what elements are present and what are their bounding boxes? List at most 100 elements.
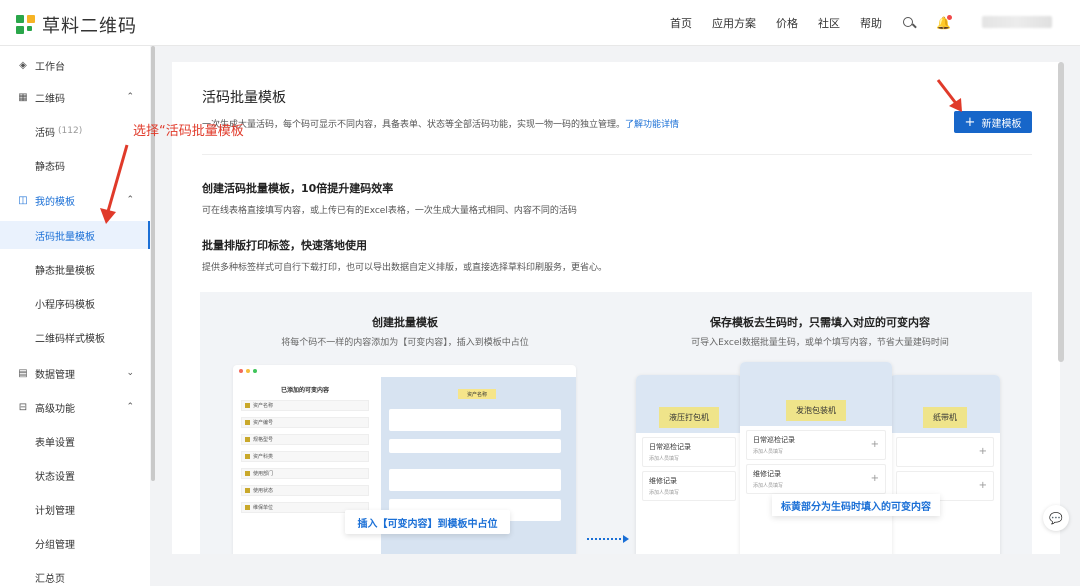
template-icon: ◫ (18, 194, 28, 206)
sidebar-item-label: 活码 (35, 127, 55, 139)
bell-icon[interactable]: 🔔 (936, 15, 952, 30)
sidebar-item-summary-page[interactable]: 汇总页 (0, 563, 150, 586)
variable-list-title: 已添加的可变内容 (280, 387, 329, 394)
sidebar-item-label: 静态批量模板 (35, 265, 95, 277)
sidebar-item-label: 二维码 (35, 93, 65, 105)
illustration-right-subtitle: 可导入Excel数据批量生码，或单个填写内容，节省大量建码时间 (691, 338, 949, 348)
sidebar-item-label: 静态码 (35, 161, 65, 173)
variable-row: 资产名称 (241, 400, 369, 411)
sidebar-item-qrcode[interactable]: ▦ 二维码 ⌃ (0, 83, 150, 111)
flow-arrow (587, 535, 629, 543)
main-panel: 活码批量模板 一次生成大量活码，每个码可显示不同内容，具备表单、状态等全部活码功… (172, 62, 1060, 554)
qr-icon: ▦ (18, 91, 28, 103)
sidebar-item-label: 数据管理 (35, 369, 75, 381)
record-card: 维修记录 添加人员填写 (642, 471, 736, 501)
sidebar-item-advanced[interactable]: ⊟ 高级功能 ⌃ (0, 393, 150, 421)
dashboard-icon: ◈ (19, 59, 27, 71)
section-title-create: 创建活码批量模板，10倍提升建码效率 (202, 182, 394, 195)
logo-icon (16, 15, 36, 35)
page-title: 活码批量模板 (202, 90, 286, 106)
variable-row: 使用状态 (241, 485, 369, 496)
sidebar-item-label: 汇总页 (35, 573, 65, 585)
sidebar-item-label: 分组管理 (35, 539, 75, 551)
nav-home[interactable]: 首页 (670, 15, 692, 31)
sidebar-item-qr-style-template[interactable]: 二维码样式模板 (0, 323, 150, 351)
sidebar-item-plan-management[interactable]: 计划管理 (0, 495, 150, 523)
logo[interactable]: 草料二维码 (16, 12, 137, 38)
chevron-up-icon: ⌃ (126, 92, 134, 102)
phone-mockup-3: 纸带机 + + (890, 375, 1000, 554)
user-account[interactable] (982, 16, 1052, 28)
variable-row: 使用部门 (241, 468, 369, 479)
annotation-arrow-right (936, 79, 962, 112)
sidebar-item-label: 活码批量模板 (35, 231, 95, 243)
record-card: 日常巡检记录 添加人员填写 (642, 437, 736, 467)
highlight-callout: 标黄部分为生码时填入的可变内容 (772, 494, 940, 516)
plus-icon: + (964, 114, 976, 130)
chevron-down-icon: ⌄ (126, 368, 134, 378)
new-template-label: 新建模板 (981, 118, 1022, 130)
variable-row: 资产编号 (241, 417, 369, 428)
insert-variable-callout: 插入【可变内容】到模板中占位 (345, 510, 510, 534)
nav-pricing[interactable]: 价格 (776, 15, 798, 31)
variable-row: 资产科类 (241, 451, 369, 462)
mock-card (389, 469, 561, 491)
record-card: 维修记录 添加人员填写 + (746, 464, 886, 494)
annotation-arrow-left (100, 144, 129, 224)
live-code-count: (112) (58, 126, 83, 136)
section-desc-create: 可在线表格直接填写内容，或上传已有的Excel表格，一次生成大量格式相同、内容不… (202, 206, 577, 216)
data-icon: ▤ (18, 367, 28, 379)
learn-more-link[interactable]: 了解功能详情 (625, 120, 679, 130)
sidebar-item-label: 高级功能 (35, 403, 75, 415)
notification-dot (947, 15, 952, 20)
sidebar-item-group-management[interactable]: 分组管理 (0, 529, 150, 557)
advanced-icon: ⊟ (18, 401, 28, 413)
mock-card (389, 439, 561, 453)
illustration-left-title: 创建批量模板 (372, 316, 438, 329)
illustration-left-subtitle: 将每个码不一样的内容添加为【可变内容】，插入到模板中占位 (281, 338, 529, 348)
chevron-up-icon: ⌃ (126, 402, 134, 412)
illustration-right-title: 保存模板去生码时，只需填入对应的可变内容 (710, 316, 930, 329)
top-bar: 草料二维码 首页 应用方案 价格 社区 帮助 🔔 (0, 0, 1080, 46)
asset-name-tag: 发泡包装机 (786, 400, 846, 421)
variable-tag: 资产名称 (458, 389, 496, 399)
nav-help[interactable]: 帮助 (860, 15, 882, 31)
brand-name: 草料二维码 (42, 16, 137, 37)
search-icon[interactable] (902, 16, 916, 30)
top-nav: 首页 应用方案 价格 社区 帮助 🔔 (670, 0, 952, 46)
sidebar-item-label: 我的模板 (35, 196, 75, 208)
sidebar-item-label: 二维码样式模板 (35, 333, 105, 345)
sidebar-item-static-batch-template[interactable]: 静态批量模板 (0, 255, 150, 283)
sidebar-item-data-management[interactable]: ▤ 数据管理 ⌄ (0, 359, 150, 387)
section-title-print: 批量排版打印标签，快速落地使用 (202, 239, 367, 252)
mock-card (389, 409, 561, 431)
sidebar-item-label: 状态设置 (35, 471, 75, 483)
sidebar-item-form-settings[interactable]: 表单设置 (0, 427, 150, 455)
sidebar-item-label: 小程序码模板 (35, 299, 95, 311)
sidebar-item-label: 表单设置 (35, 437, 75, 449)
record-card: 日常巡检记录 添加人员填写 + (746, 430, 886, 460)
sidebar-item-workbench[interactable]: ◈ 工作台 (0, 51, 150, 79)
phone-mockup-2: 发泡包装机 日常巡检记录 添加人员填写 + 维修记录 添加人员填写 + (740, 362, 892, 554)
sidebar-item-label: 工作台 (35, 61, 65, 73)
divider (202, 154, 1032, 155)
annotation-text: 选择“活码批量模板 (133, 124, 244, 139)
page-description: 一次生成大量活码，每个码可显示不同内容，具备表单、状态等全部活码功能，实现一物一… (202, 117, 679, 130)
asset-name-tag: 纸带机 (923, 407, 967, 428)
nav-solutions[interactable]: 应用方案 (712, 15, 756, 31)
chat-icon[interactable]: 💬 (1043, 505, 1069, 531)
sidebar-item-miniprogram-template[interactable]: 小程序码模板 (0, 289, 150, 317)
sidebar-item-label: 计划管理 (35, 505, 75, 517)
nav-community[interactable]: 社区 (818, 15, 840, 31)
sidebar: ◈ 工作台 ▦ 二维码 ⌃ 活码 (112) 静态码 ◫ 我的模板 ⌃ 活码批量… (0, 46, 150, 586)
asset-name-tag: 液压打包机 (659, 407, 719, 428)
variable-row: 规格型号 (241, 434, 369, 445)
window-bar (233, 365, 576, 377)
record-card: + (896, 437, 994, 467)
section-desc-print: 提供多种标签样式可自行下载打印，也可以导出数据自定义排版，或直接选择草料印刷服务… (202, 263, 608, 273)
phone-mockup-1: 液压打包机 日常巡检记录 添加人员填写 维修记录 添加人员填写 (636, 375, 742, 554)
feature-illustration: 创建批量模板 将每个码不一样的内容添加为【可变内容】，插入到模板中占位 保存模板… (200, 292, 1032, 554)
description-text: 一次生成大量活码，每个码可显示不同内容，具备表单、状态等全部活码功能，实现一物一… (202, 120, 626, 130)
sidebar-item-status-settings[interactable]: 状态设置 (0, 461, 150, 489)
main-scrollbar[interactable] (1058, 62, 1064, 362)
